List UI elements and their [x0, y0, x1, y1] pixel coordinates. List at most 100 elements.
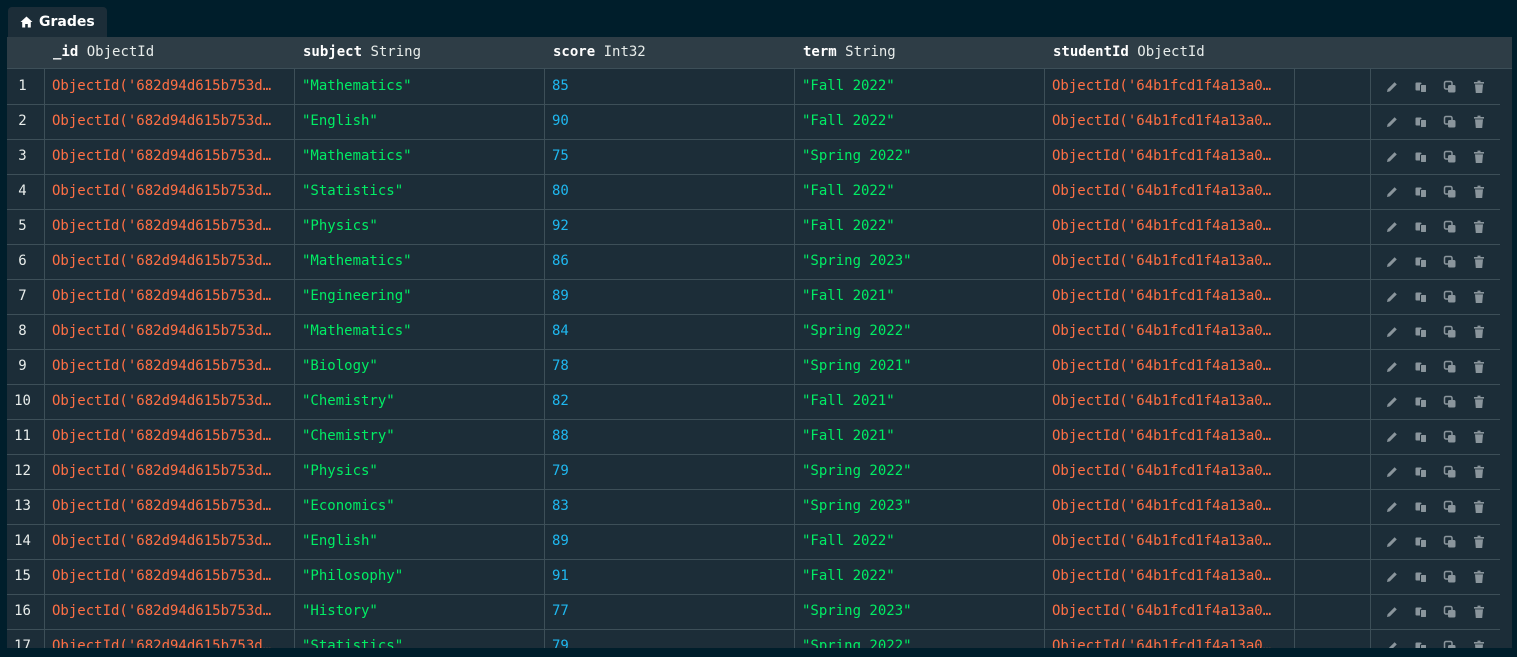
- clone-icon[interactable]: [1442, 359, 1458, 375]
- clone-icon[interactable]: [1442, 184, 1458, 200]
- clone-icon[interactable]: [1442, 499, 1458, 515]
- copy-icon[interactable]: [1413, 639, 1429, 648]
- cell-studentid[interactable]: ObjectId('64b1fcd1f4a13a0…: [1045, 69, 1295, 104]
- edit-icon[interactable]: [1384, 149, 1400, 165]
- table-row[interactable]: 14 ObjectId('682d94d615b753d… "English" 89 "…: [7, 524, 1500, 560]
- edit-icon[interactable]: [1384, 219, 1400, 235]
- copy-icon[interactable]: [1413, 289, 1429, 305]
- cell-subject[interactable]: "Statistics": [295, 629, 545, 648]
- table-row[interactable]: 5 ObjectId('682d94d615b753d… "Physics" 92 "F…: [7, 209, 1500, 245]
- table-row[interactable]: 13 ObjectId('682d94d615b753d… "Economics" 8…: [7, 489, 1500, 525]
- copy-icon[interactable]: [1413, 219, 1429, 235]
- cell-subject[interactable]: "Physics": [295, 454, 545, 489]
- cell-term[interactable]: "Fall 2021": [795, 384, 1045, 419]
- clone-icon[interactable]: [1442, 394, 1458, 410]
- edit-icon[interactable]: [1384, 534, 1400, 550]
- edit-icon[interactable]: [1384, 114, 1400, 130]
- cell-term[interactable]: "Spring 2022": [795, 139, 1045, 174]
- cell-score[interactable]: 89: [545, 279, 795, 314]
- cell-studentid[interactable]: ObjectId('64b1fcd1f4a13a0…: [1045, 559, 1295, 594]
- table-row[interactable]: 7 ObjectId('682d94d615b753d… "Engineering"…: [7, 279, 1500, 315]
- column-header-term[interactable]: term String: [803, 37, 896, 68]
- table-row[interactable]: 11 ObjectId('682d94d615b753d… "Chemistry" 8…: [7, 419, 1500, 455]
- cell-score[interactable]: 85: [545, 69, 795, 104]
- edit-icon[interactable]: [1384, 604, 1400, 620]
- table-row[interactable]: 12 ObjectId('682d94d615b753d… "Physics" 79 "…: [7, 454, 1500, 490]
- cell-subject[interactable]: "Mathematics": [295, 69, 545, 104]
- cell-id[interactable]: ObjectId('682d94d615b753d…: [45, 209, 295, 244]
- cell-term[interactable]: "Fall 2022": [795, 524, 1045, 559]
- copy-icon[interactable]: [1413, 114, 1429, 130]
- delete-icon[interactable]: [1471, 604, 1487, 620]
- cell-id[interactable]: ObjectId('682d94d615b753d…: [45, 139, 295, 174]
- edit-icon[interactable]: [1384, 639, 1400, 648]
- edit-icon[interactable]: [1384, 289, 1400, 305]
- cell-id[interactable]: ObjectId('682d94d615b753d…: [45, 244, 295, 279]
- clone-icon[interactable]: [1442, 289, 1458, 305]
- cell-subject[interactable]: "Statistics": [295, 174, 545, 209]
- cell-studentid[interactable]: ObjectId('64b1fcd1f4a13a0…: [1045, 454, 1295, 489]
- cell-score[interactable]: 84: [545, 314, 795, 349]
- delete-icon[interactable]: [1471, 324, 1487, 340]
- cell-score[interactable]: 82: [545, 384, 795, 419]
- cell-studentid[interactable]: ObjectId('64b1fcd1f4a13a0…: [1045, 174, 1295, 209]
- table-row[interactable]: 10 ObjectId('682d94d615b753d… "Chemistry" 8…: [7, 384, 1500, 420]
- cell-score[interactable]: 79: [545, 454, 795, 489]
- cell-id[interactable]: ObjectId('682d94d615b753d…: [45, 104, 295, 139]
- cell-subject[interactable]: "English": [295, 104, 545, 139]
- table-row[interactable]: 8 ObjectId('682d94d615b753d… "Mathematics"…: [7, 314, 1500, 350]
- cell-id[interactable]: ObjectId('682d94d615b753d…: [45, 629, 295, 648]
- cell-term[interactable]: "Fall 2022": [795, 69, 1045, 104]
- cell-term[interactable]: "Fall 2022": [795, 209, 1045, 244]
- cell-studentid[interactable]: ObjectId('64b1fcd1f4a13a0…: [1045, 104, 1295, 139]
- clone-icon[interactable]: [1442, 429, 1458, 445]
- cell-score[interactable]: 77: [545, 594, 795, 629]
- cell-subject[interactable]: "Biology": [295, 349, 545, 384]
- cell-subject[interactable]: "Mathematics": [295, 314, 545, 349]
- column-header-subject[interactable]: subject String: [303, 37, 421, 68]
- edit-icon[interactable]: [1384, 429, 1400, 445]
- cell-term[interactable]: "Spring 2021": [795, 349, 1045, 384]
- clone-icon[interactable]: [1442, 464, 1458, 480]
- column-header-score[interactable]: score Int32: [553, 37, 646, 68]
- cell-term[interactable]: "Spring 2023": [795, 244, 1045, 279]
- cell-subject[interactable]: "Physics": [295, 209, 545, 244]
- clone-icon[interactable]: [1442, 534, 1458, 550]
- delete-icon[interactable]: [1471, 149, 1487, 165]
- clone-icon[interactable]: [1442, 79, 1458, 95]
- cell-id[interactable]: ObjectId('682d94d615b753d…: [45, 69, 295, 104]
- copy-icon[interactable]: [1413, 324, 1429, 340]
- clone-icon[interactable]: [1442, 569, 1458, 585]
- delete-icon[interactable]: [1471, 499, 1487, 515]
- cell-studentid[interactable]: ObjectId('64b1fcd1f4a13a0…: [1045, 139, 1295, 174]
- table-row[interactable]: 9 ObjectId('682d94d615b753d… "Biology" 78 "S…: [7, 349, 1500, 385]
- edit-icon[interactable]: [1384, 394, 1400, 410]
- copy-icon[interactable]: [1413, 254, 1429, 270]
- cell-studentid[interactable]: ObjectId('64b1fcd1f4a13a0…: [1045, 349, 1295, 384]
- table-row[interactable]: 3 ObjectId('682d94d615b753d… "Mathematics"…: [7, 139, 1500, 175]
- clone-icon[interactable]: [1442, 219, 1458, 235]
- cell-id[interactable]: ObjectId('682d94d615b753d…: [45, 454, 295, 489]
- delete-icon[interactable]: [1471, 639, 1487, 648]
- cell-score[interactable]: 91: [545, 559, 795, 594]
- cell-id[interactable]: ObjectId('682d94d615b753d…: [45, 559, 295, 594]
- copy-icon[interactable]: [1413, 534, 1429, 550]
- cell-term[interactable]: "Fall 2021": [795, 279, 1045, 314]
- cell-subject[interactable]: "Philosophy": [295, 559, 545, 594]
- clone-icon[interactable]: [1442, 114, 1458, 130]
- edit-icon[interactable]: [1384, 359, 1400, 375]
- table-row[interactable]: 6 ObjectId('682d94d615b753d… "Mathematics"…: [7, 244, 1500, 280]
- edit-icon[interactable]: [1384, 499, 1400, 515]
- cell-studentid[interactable]: ObjectId('64b1fcd1f4a13a0…: [1045, 209, 1295, 244]
- cell-id[interactable]: ObjectId('682d94d615b753d…: [45, 279, 295, 314]
- cell-score[interactable]: 89: [545, 524, 795, 559]
- edit-icon[interactable]: [1384, 324, 1400, 340]
- column-header-id[interactable]: _id ObjectId: [53, 37, 154, 68]
- cell-id[interactable]: ObjectId('682d94d615b753d…: [45, 524, 295, 559]
- table-row[interactable]: 2 ObjectId('682d94d615b753d… "English" 90 "F…: [7, 104, 1500, 140]
- cell-term[interactable]: "Fall 2022": [795, 559, 1045, 594]
- delete-icon[interactable]: [1471, 289, 1487, 305]
- edit-icon[interactable]: [1384, 184, 1400, 200]
- copy-icon[interactable]: [1413, 429, 1429, 445]
- cell-id[interactable]: ObjectId('682d94d615b753d…: [45, 384, 295, 419]
